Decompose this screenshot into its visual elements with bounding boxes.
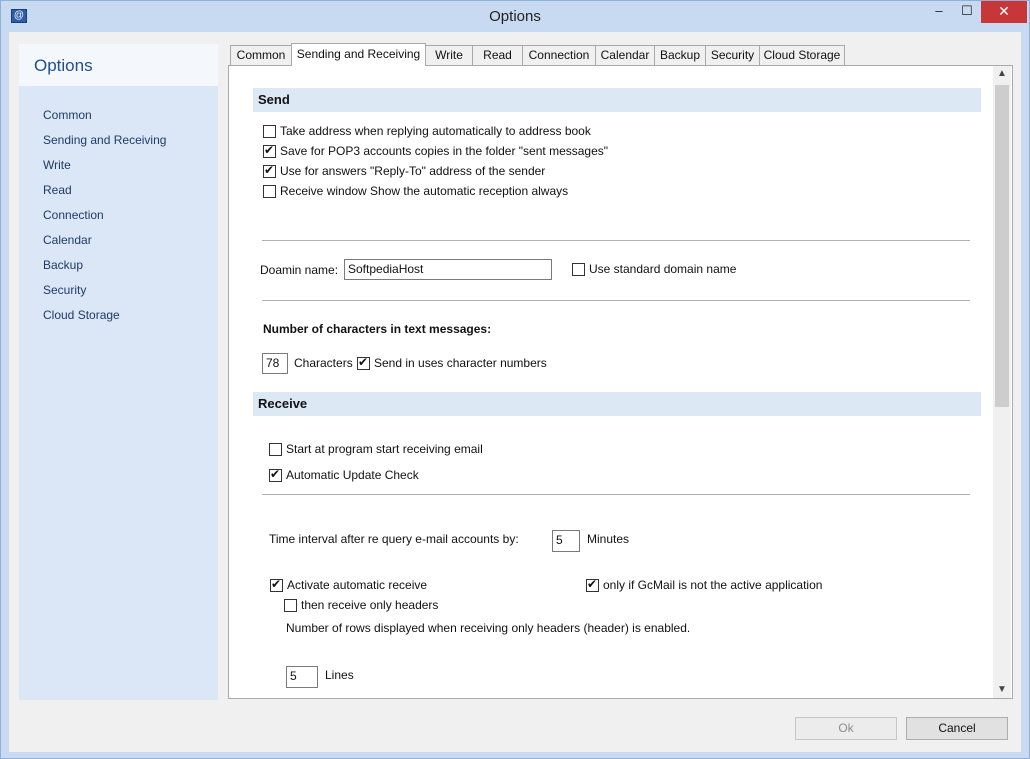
scroll-up-arrow-icon[interactable]: ▲	[993, 66, 1011, 82]
tab-calendar[interactable]: Calendar	[595, 45, 655, 65]
tab-backup[interactable]: Backup	[654, 45, 706, 65]
settings-content: Send Take address when replying automati…	[229, 66, 993, 698]
chars-heading: Number of characters in text messages:	[263, 322, 492, 336]
sidebar-nav: Common Sending and Receiving Write Read …	[43, 108, 166, 333]
dialog-client: Options Common Sending and Receiving Wri…	[9, 32, 1021, 752]
maximize-button[interactable]: ☐	[953, 1, 981, 23]
interval-input[interactable]: 5	[552, 530, 580, 552]
sidebar-title: Options	[34, 56, 93, 75]
only-inactive-checkbox[interactable]: only if GcMail is not the active applica…	[586, 577, 823, 592]
take-address-checkbox[interactable]: Take address when replying automatically…	[263, 124, 591, 138]
headers-only-label: then receive only headers	[301, 598, 439, 612]
take-address-label: Take address when replying automatically…	[280, 124, 591, 138]
options-window: @ Options – ☐ ✕ Options Common Sending a…	[0, 0, 1030, 759]
sidebar-item-sending-and-receiving[interactable]: Sending and Receiving	[43, 133, 166, 158]
receive-section-header: Receive	[253, 392, 981, 416]
rows-label: Number of rows displayed when receiving …	[286, 621, 691, 635]
chars-unit-label: Characters	[294, 356, 353, 370]
chars-count-input[interactable]: 78	[262, 353, 288, 374]
sidebar-header: Options	[19, 44, 218, 86]
scroll-down-arrow-icon[interactable]: ▼	[993, 682, 1011, 698]
checkbox-box[interactable]	[586, 577, 599, 592]
update-check-label: Automatic Update Check	[286, 468, 419, 482]
only-inactive-label: only if GcMail is not the active applica…	[603, 578, 823, 592]
standard-domain-checkbox[interactable]: Use standard domain name	[572, 262, 736, 276]
title-bar[interactable]: @ Options – ☐ ✕	[1, 1, 1029, 32]
checkbox-box[interactable]	[263, 163, 276, 178]
tab-security[interactable]: Security	[705, 45, 760, 65]
sidebar-item-connection[interactable]: Connection	[43, 208, 166, 233]
checkbox-box[interactable]	[269, 442, 282, 456]
receive-window-checkbox[interactable]: Receive window Show the automatic recept…	[263, 184, 568, 198]
tab-cloud-storage[interactable]: Cloud Storage	[759, 45, 845, 65]
minimize-button[interactable]: –	[925, 1, 953, 23]
checkbox-box[interactable]	[263, 143, 276, 158]
scrollbar-thumb[interactable]	[995, 85, 1009, 407]
auto-receive-label: Activate automatic receive	[287, 578, 428, 592]
interval-unit-label: Minutes	[587, 532, 630, 546]
update-check-checkbox[interactable]: Automatic Update Check	[269, 467, 419, 482]
tab-read[interactable]: Read	[472, 45, 523, 65]
send-char-numbers-label: Send in uses character numbers	[374, 356, 547, 370]
tab-sending-and-receiving[interactable]: Sending and Receiving	[291, 43, 426, 66]
tab-write[interactable]: Write	[425, 45, 473, 65]
checkbox-box[interactable]	[572, 262, 585, 276]
checkbox-box[interactable]	[263, 184, 276, 198]
sidebar-item-common[interactable]: Common	[43, 108, 166, 133]
sidebar-item-cloud-storage[interactable]: Cloud Storage	[43, 308, 166, 333]
save-pop3-copies-checkbox[interactable]: Save for POP3 accounts copies in the fol…	[263, 143, 609, 158]
receive-window-label: Receive window Show the automatic recept…	[280, 184, 569, 198]
rows-unit-label: Lines	[325, 668, 354, 682]
domain-name-label: Doamin name:	[260, 263, 339, 277]
send-section-header: Send	[253, 88, 981, 112]
vertical-scrollbar[interactable]: ▲ ▼	[993, 66, 1011, 698]
divider	[262, 494, 970, 496]
sidebar-item-security[interactable]: Security	[43, 283, 166, 308]
reply-to-label: Use for answers "Reply-To" address of th…	[280, 164, 546, 178]
ok-button[interactable]: Ok	[795, 717, 897, 740]
start-receiving-label: Start at program start receiving email	[286, 442, 483, 456]
sidebar: Options Common Sending and Receiving Wri…	[19, 44, 218, 700]
rows-input[interactable]: 5	[286, 666, 318, 688]
domain-name-input[interactable]: SoftpediaHost	[344, 259, 552, 280]
tab-connection[interactable]: Connection	[522, 45, 596, 65]
checkbox-box[interactable]	[284, 598, 297, 612]
divider	[262, 300, 970, 302]
sidebar-item-backup[interactable]: Backup	[43, 258, 166, 283]
tab-common[interactable]: Common	[230, 45, 292, 65]
auto-receive-checkbox[interactable]: Activate automatic receive	[270, 577, 428, 592]
reply-to-checkbox[interactable]: Use for answers "Reply-To" address of th…	[263, 163, 546, 178]
checkbox-box[interactable]	[263, 124, 276, 138]
sidebar-item-write[interactable]: Write	[43, 158, 166, 183]
sidebar-item-calendar[interactable]: Calendar	[43, 233, 166, 258]
tab-page-sending-and-receiving: Send Take address when replying automati…	[228, 65, 1013, 699]
checkbox-box[interactable]	[357, 355, 370, 370]
start-receiving-checkbox[interactable]: Start at program start receiving email	[269, 442, 483, 456]
save-pop3-copies-label: Save for POP3 accounts copies in the fol…	[280, 144, 609, 158]
checkbox-box[interactable]	[269, 467, 282, 482]
cancel-button[interactable]: Cancel	[906, 717, 1008, 740]
interval-label: Time interval after re query e-mail acco…	[269, 532, 519, 546]
standard-domain-label: Use standard domain name	[589, 262, 737, 276]
headers-only-checkbox[interactable]: then receive only headers	[284, 598, 438, 612]
send-char-numbers-checkbox[interactable]: Send in uses character numbers	[357, 355, 547, 370]
divider	[262, 240, 970, 242]
close-button[interactable]: ✕	[981, 1, 1027, 23]
checkbox-box[interactable]	[270, 577, 283, 592]
sidebar-item-read[interactable]: Read	[43, 183, 166, 208]
window-title: Options	[489, 8, 541, 25]
